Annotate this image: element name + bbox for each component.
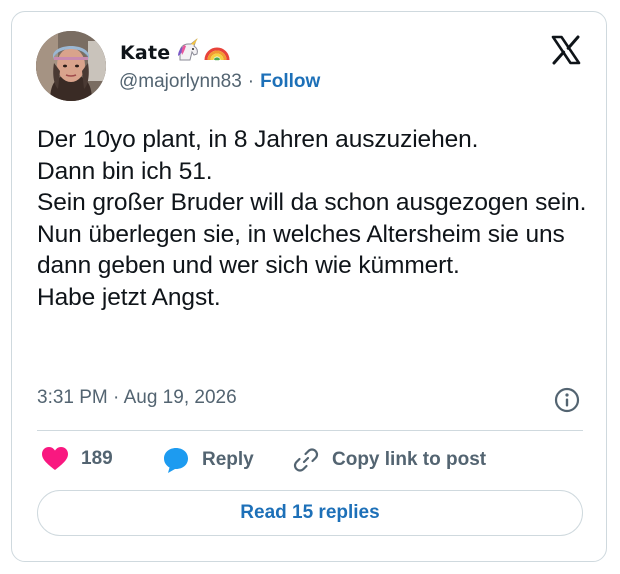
like-count: 189 [81, 448, 113, 469]
reply-label: Reply [202, 449, 254, 470]
follow-button[interactable]: Follow [260, 71, 320, 93]
copy-link-label: Copy link to post [332, 449, 487, 470]
avatar[interactable] [36, 31, 106, 101]
author-handle[interactable]: @majorlynn83 [119, 71, 242, 93]
tweet-line: Der 10yo plant, in 8 Jahren auszuziehen. [37, 126, 479, 153]
tweet-line: Dann bin ich 51. [37, 157, 213, 185]
heart-icon [41, 446, 69, 472]
tweet-text: Der 10yo plant, in 8 Jahren auszuziehen.… [37, 124, 593, 313]
reply-button[interactable]: Reply [162, 446, 254, 474]
author-display-name[interactable]: Kate [120, 42, 170, 64]
tweet-timestamp[interactable]: 3:31 PM · Aug 19, 2026 [37, 387, 237, 409]
author-handle-row: @majorlynn83 · Follow [119, 71, 320, 93]
divider [37, 430, 583, 431]
link-icon [292, 446, 320, 474]
tweet-card: Kate @majorlynn83 · Follow Der 10yo plan… [11, 11, 607, 562]
separator-dot: · [247, 71, 255, 92]
author-name-row: Kate [120, 38, 230, 67]
tweet-line: Sein großer Bruder will da schon ausgezo… [37, 189, 587, 279]
x-logo-icon[interactable] [550, 34, 582, 66]
read-replies-button[interactable]: Read 15 replies [37, 490, 583, 536]
like-button[interactable]: 189 [41, 446, 113, 472]
rainbow-icon [204, 38, 230, 67]
unicorn-icon [174, 38, 200, 67]
info-icon[interactable] [553, 386, 581, 414]
copy-link-button[interactable]: Copy link to post [292, 446, 486, 474]
tweet-line: Habe jetzt Angst. [37, 283, 221, 311]
speech-bubble-icon [162, 446, 190, 474]
